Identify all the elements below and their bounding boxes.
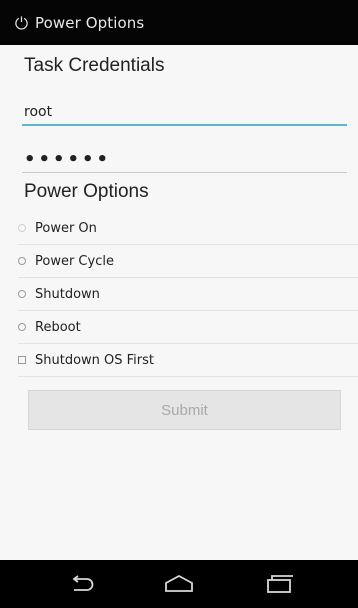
action-bar: Power Options [0,0,358,45]
navigation-bar [0,560,358,608]
radio-button[interactable] [18,290,26,298]
option-power-cycle[interactable]: Power Cycle [18,245,358,277]
home-icon[interactable] [163,572,195,596]
option-label: Power Cycle [35,253,114,269]
back-icon[interactable] [66,572,98,596]
option-reboot[interactable]: Reboot [18,311,358,343]
power-icon [14,15,29,30]
radio-button[interactable] [18,257,26,265]
password-input[interactable] [22,147,347,172]
credentials-heading: Task Credentials [24,55,165,76]
checkbox-label: Shutdown OS First [35,352,155,368]
radio-button[interactable] [18,323,26,331]
option-label: Reboot [35,319,81,335]
username-field[interactable] [22,100,347,126]
page-title: Power Options [35,13,145,32]
option-shutdown[interactable]: Shutdown [18,278,358,310]
option-power-on[interactable]: Power On [18,212,358,244]
power-options-heading: Power Options [24,181,149,202]
username-input[interactable] [22,100,347,124]
radio-button[interactable] [18,224,26,232]
divider [18,376,358,377]
shutdown-os-first-checkbox[interactable]: Shutdown OS First [18,344,358,376]
password-field[interactable] [22,147,347,173]
submit-button[interactable]: Submit [28,390,341,430]
option-label: Shutdown [35,286,100,302]
checkbox[interactable] [18,356,26,364]
option-label: Power On [35,220,97,236]
recents-icon[interactable] [263,572,295,596]
